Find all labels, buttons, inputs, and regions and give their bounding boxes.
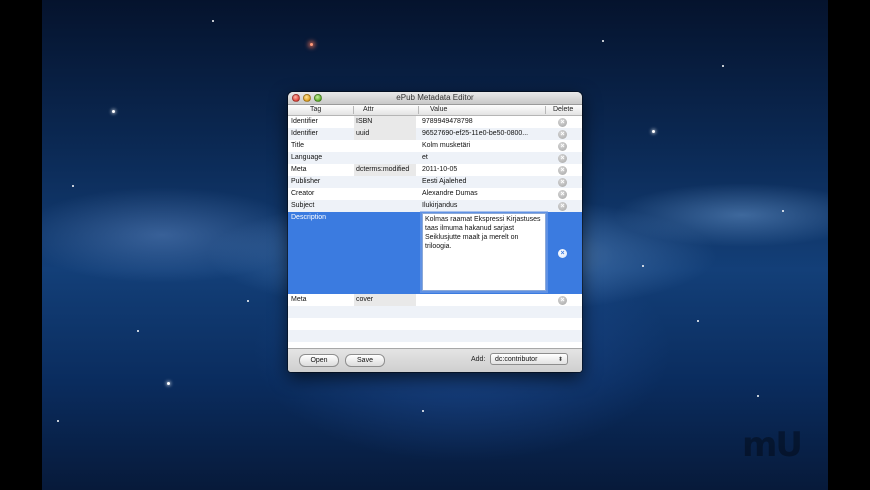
table-row[interactable]: Meta dcterms:modified 2011-10-05 ×	[288, 164, 582, 176]
save-button[interactable]: Save	[345, 354, 385, 367]
table-header: Tag Attr Value Delete	[288, 105, 582, 116]
delete-row-icon[interactable]: ×	[558, 249, 567, 258]
delete-row-icon[interactable]: ×	[558, 296, 567, 305]
watermark-logo: mU	[742, 425, 803, 465]
delete-row-icon[interactable]: ×	[558, 130, 567, 139]
attr-cell[interactable]: dcterms:modified	[354, 164, 416, 176]
tag-cell[interactable]: Language	[291, 152, 351, 164]
column-header-tag[interactable]: Tag	[310, 105, 321, 115]
star	[602, 40, 604, 42]
value-cell[interactable]: 9789949478798	[422, 116, 547, 128]
tag-cell[interactable]: Title	[291, 140, 351, 152]
table-row[interactable]: Creator Alexandre Dumas ×	[288, 188, 582, 200]
add-tag-select[interactable]: dc:contributor ⬍	[490, 353, 568, 365]
table-row[interactable]: Meta cover ×	[288, 294, 582, 306]
column-header-value[interactable]: Value	[430, 105, 447, 115]
star	[310, 43, 313, 46]
tag-cell[interactable]: Meta	[291, 294, 351, 306]
select-arrows-icon: ⬍	[557, 357, 563, 363]
star	[112, 110, 115, 113]
window-title: ePub Metadata Editor	[396, 93, 474, 102]
star	[422, 410, 424, 412]
delete-row-icon[interactable]: ×	[558, 202, 567, 211]
tag-cell[interactable]: Subject	[291, 200, 351, 212]
column-divider[interactable]	[418, 106, 419, 114]
value-cell[interactable]: Eesti Ajalehed	[422, 176, 547, 188]
table-row[interactable]: Identifier uuid 96527690-ef25-11e0-be50-…	[288, 128, 582, 140]
delete-row-icon[interactable]: ×	[558, 118, 567, 127]
metadata-table: Identifier ISBN 9789949478798 × Identifi…	[288, 116, 582, 348]
star	[212, 20, 214, 22]
attr-cell[interactable]: ISBN	[354, 116, 416, 128]
star	[137, 330, 139, 332]
star	[247, 300, 249, 302]
star	[652, 130, 655, 133]
delete-row-icon[interactable]: ×	[558, 154, 567, 163]
empty-row	[288, 330, 582, 342]
table-row[interactable]: Identifier ISBN 9789949478798 ×	[288, 116, 582, 128]
open-button[interactable]: Open	[299, 354, 339, 367]
tag-cell[interactable]: Description	[291, 212, 351, 224]
value-cell[interactable]: et	[422, 152, 547, 164]
delete-row-icon[interactable]: ×	[558, 178, 567, 187]
delete-row-icon[interactable]: ×	[558, 166, 567, 175]
star	[167, 382, 170, 385]
star	[697, 320, 699, 322]
empty-row	[288, 306, 582, 318]
table-row[interactable]: Publisher Eesti Ajalehed ×	[288, 176, 582, 188]
tag-cell[interactable]: Meta	[291, 164, 351, 176]
add-tag-select-value: dc:contributor	[495, 356, 538, 363]
tag-cell[interactable]: Identifier	[291, 128, 351, 140]
star	[757, 395, 759, 397]
bottom-toolbar: Open Save Add: dc:contributor ⬍	[288, 348, 582, 372]
tag-cell[interactable]: Publisher	[291, 176, 351, 188]
add-label: Add:	[471, 356, 486, 363]
value-cell[interactable]: 96527690-ef25-11e0-be50-0800...	[422, 128, 547, 140]
metadata-editor-window: ePub Metadata Editor Tag Attr Value Dele…	[288, 92, 582, 372]
star	[642, 265, 644, 267]
value-cell[interactable]: Kolm musketäri	[422, 140, 547, 152]
attr-cell[interactable]: cover	[354, 294, 416, 306]
delete-row-icon[interactable]: ×	[558, 190, 567, 199]
tag-cell[interactable]: Identifier	[291, 116, 351, 128]
column-divider[interactable]	[545, 106, 546, 114]
table-row[interactable]: Language et ×	[288, 152, 582, 164]
description-textarea[interactable]: Kolmas raamat Ekspressi Kirjastuses taas…	[422, 213, 546, 291]
empty-row	[288, 318, 582, 330]
value-cell[interactable]: Alexandre Dumas	[422, 188, 547, 200]
delete-row-icon[interactable]: ×	[558, 142, 567, 151]
column-header-delete[interactable]: Delete	[553, 105, 573, 115]
table-row[interactable]: Subject Ilukirjandus ×	[288, 200, 582, 212]
column-header-attr[interactable]: Attr	[363, 105, 374, 115]
title-bar[interactable]: ePub Metadata Editor	[288, 92, 582, 105]
table-row-selected[interactable]: Description Kolmas raamat Ekspressi Kirj…	[288, 212, 582, 294]
value-cell[interactable]: 2011-10-05	[422, 164, 547, 176]
attr-cell[interactable]: uuid	[354, 128, 416, 140]
table-row[interactable]: Title Kolm musketäri ×	[288, 140, 582, 152]
star	[782, 210, 784, 212]
column-divider[interactable]	[353, 106, 354, 114]
star	[57, 420, 59, 422]
star	[722, 65, 724, 67]
star	[72, 185, 74, 187]
value-cell[interactable]: Ilukirjandus	[422, 200, 547, 212]
tag-cell[interactable]: Creator	[291, 188, 351, 200]
